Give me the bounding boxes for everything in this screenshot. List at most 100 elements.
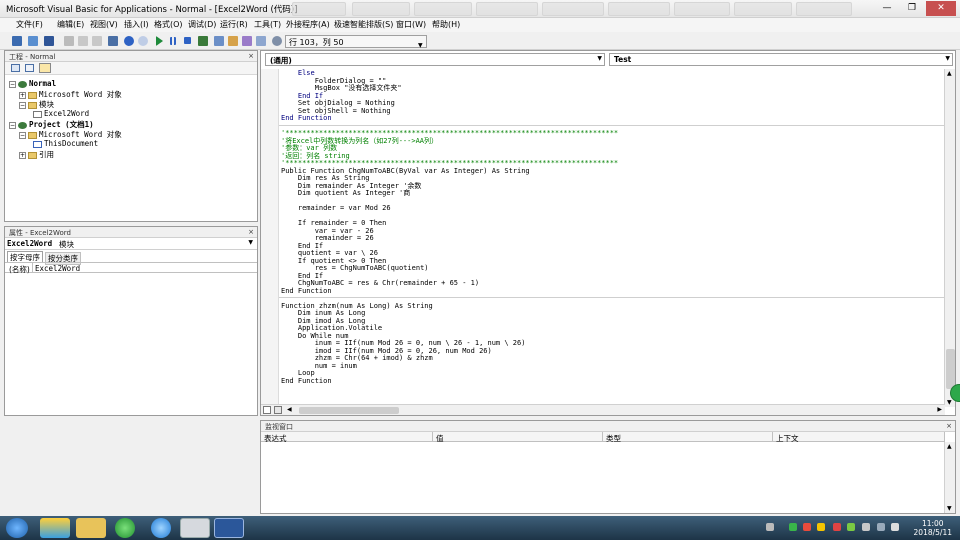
tray-icon[interactable] — [803, 523, 811, 531]
column-expression[interactable]: 表达式 — [261, 432, 433, 443]
tree-item-thisdocument[interactable]: ThisDocument — [33, 139, 98, 148]
menu-file[interactable]: 文件(F) — [16, 19, 43, 30]
stop-icon[interactable] — [184, 37, 191, 44]
code-line[interactable]: remainder = var Mod 26 — [281, 204, 391, 212]
tree-item-references[interactable]: + 引用 — [19, 149, 54, 160]
horizontal-scrollbar[interactable]: ◀ ▶ — [261, 404, 945, 415]
toolbox-icon[interactable] — [256, 36, 266, 46]
cut-icon[interactable] — [64, 36, 74, 46]
code-line[interactable]: End Function — [281, 287, 332, 295]
menu-insert[interactable]: 插入(I) — [124, 19, 149, 30]
vertical-scrollbar[interactable]: ▲ ▼ — [944, 69, 955, 407]
procedure-combo[interactable]: Test ▼ — [609, 53, 953, 66]
app-launcher-icon[interactable] — [40, 518, 70, 538]
tree-item-excel2word[interactable]: Excel2Word — [33, 109, 89, 118]
redo-icon[interactable] — [138, 36, 148, 46]
word-view-icon[interactable] — [12, 36, 22, 46]
menu-edit[interactable]: 编辑(E) — [57, 19, 84, 30]
view-object-icon[interactable] — [25, 64, 34, 72]
object-combo-value: (通用) — [270, 56, 292, 65]
design-mode-icon[interactable] — [198, 36, 208, 46]
tree-item-normal[interactable]: − Normal — [9, 79, 56, 88]
object-selector-name: Excel2Word — [7, 239, 53, 248]
help-icon[interactable] — [272, 36, 282, 46]
clock[interactable]: 11:00 2018/5/11 — [914, 519, 952, 537]
scroll-up-icon[interactable]: ▲ — [947, 443, 952, 450]
object-browser-icon[interactable] — [242, 36, 252, 46]
watch-vertical-scrollbar[interactable]: ▲ ▼ — [944, 442, 955, 513]
properties-icon[interactable] — [228, 36, 238, 46]
scroll-up-icon[interactable]: ▲ — [947, 70, 952, 77]
property-row[interactable]: (名称) Excel2Word — [5, 262, 257, 274]
volume-icon[interactable] — [891, 523, 899, 531]
insert-module-icon[interactable] — [28, 36, 38, 46]
file-explorer-icon[interactable] — [76, 518, 106, 538]
vba-project-icon — [18, 80, 27, 88]
start-button[interactable] — [6, 518, 28, 538]
menu-window[interactable]: 窗口(W) — [396, 19, 426, 30]
close-button[interactable]: ✕ — [926, 1, 956, 16]
chevron-down-icon[interactable]: ▼ — [945, 55, 950, 62]
chevron-down-icon[interactable]: ▼ — [597, 55, 602, 62]
horizontal-scroll-thumb[interactable] — [299, 407, 399, 414]
procedure-view-icon[interactable] — [263, 406, 271, 414]
column-type[interactable]: 类型 — [603, 432, 773, 443]
view-code-icon[interactable] — [11, 64, 20, 72]
project-explorer-icon[interactable] — [214, 36, 224, 46]
column-context[interactable]: 上下文 — [773, 432, 945, 443]
code-editor[interactable]: Else FolderDialog = "" MsgBox "没有选择文件夹" … — [261, 69, 945, 405]
close-icon[interactable]: × — [248, 52, 254, 60]
menu-help[interactable]: 帮助(H) — [432, 19, 460, 30]
network-icon[interactable] — [877, 523, 885, 531]
menu-addins[interactable]: 外接程序(A) — [286, 19, 330, 30]
scroll-down-icon[interactable]: ▼ — [947, 505, 952, 512]
pause-icon[interactable] — [170, 37, 176, 45]
copy-icon[interactable] — [78, 36, 88, 46]
close-icon[interactable]: × — [248, 228, 254, 236]
minimize-button[interactable]: — — [875, 1, 899, 16]
menu-view[interactable]: 视图(V) — [90, 19, 118, 30]
scroll-right-icon[interactable]: ▶ — [937, 406, 942, 413]
code-line[interactable]: End Function — [281, 377, 332, 385]
tray-icon[interactable] — [789, 523, 797, 531]
undo-icon[interactable] — [124, 36, 134, 46]
menu-format[interactable]: 格式(O) — [154, 19, 183, 30]
tray-icon[interactable] — [833, 523, 841, 531]
folder-icon — [28, 151, 37, 159]
code-margin[interactable] — [261, 69, 279, 405]
tray-icon[interactable] — [766, 523, 774, 531]
code-line[interactable]: Dim quotient As Integer '商 — [281, 189, 410, 197]
maximize-button[interactable]: ❐ — [900, 1, 924, 16]
chevron-down-icon[interactable]: ▼ — [248, 239, 253, 246]
browser-360-icon[interactable] — [115, 518, 135, 538]
paste-icon[interactable] — [92, 36, 102, 46]
menu-tools[interactable]: 工具(T) — [254, 19, 281, 30]
scroll-down-icon[interactable]: ▼ — [947, 399, 952, 406]
code-line[interactable]: End Function — [281, 114, 332, 122]
full-module-view-icon[interactable] — [274, 406, 282, 414]
word-icon[interactable] — [214, 518, 244, 538]
tray-icon[interactable] — [862, 523, 870, 531]
save-icon[interactable] — [44, 36, 54, 46]
menu-debug[interactable]: 调试(D) — [188, 19, 216, 30]
toolbar-overflow-icon[interactable]: ▼ — [418, 42, 423, 49]
document-icon — [33, 140, 42, 148]
properties-window: 属性 - Excel2Word × Excel2Word 模块 ▼ 按字母序 按… — [4, 226, 258, 416]
menu-layout[interactable]: 极速智能排版(S) — [334, 19, 393, 30]
vertical-scroll-thumb[interactable] — [946, 349, 955, 389]
object-selector[interactable]: Excel2Word 模块 ▼ — [5, 238, 257, 250]
object-combo[interactable]: (通用) ▼ — [265, 53, 605, 66]
toggle-folders-icon[interactable] — [39, 63, 51, 73]
column-value[interactable]: 值 — [433, 432, 603, 443]
tray-icon[interactable] — [847, 523, 855, 531]
property-value[interactable]: Excel2Word — [35, 264, 80, 273]
chrome-icon[interactable] — [180, 518, 210, 538]
folder-icon — [28, 91, 37, 99]
find-icon[interactable] — [108, 36, 118, 46]
run-icon[interactable] — [156, 36, 163, 46]
internet-explorer-icon[interactable] — [151, 518, 171, 538]
tray-icon[interactable] — [817, 523, 825, 531]
scroll-left-icon[interactable]: ◀ — [287, 406, 292, 413]
menu-run[interactable]: 运行(R) — [220, 19, 248, 30]
close-icon[interactable]: × — [946, 422, 952, 430]
